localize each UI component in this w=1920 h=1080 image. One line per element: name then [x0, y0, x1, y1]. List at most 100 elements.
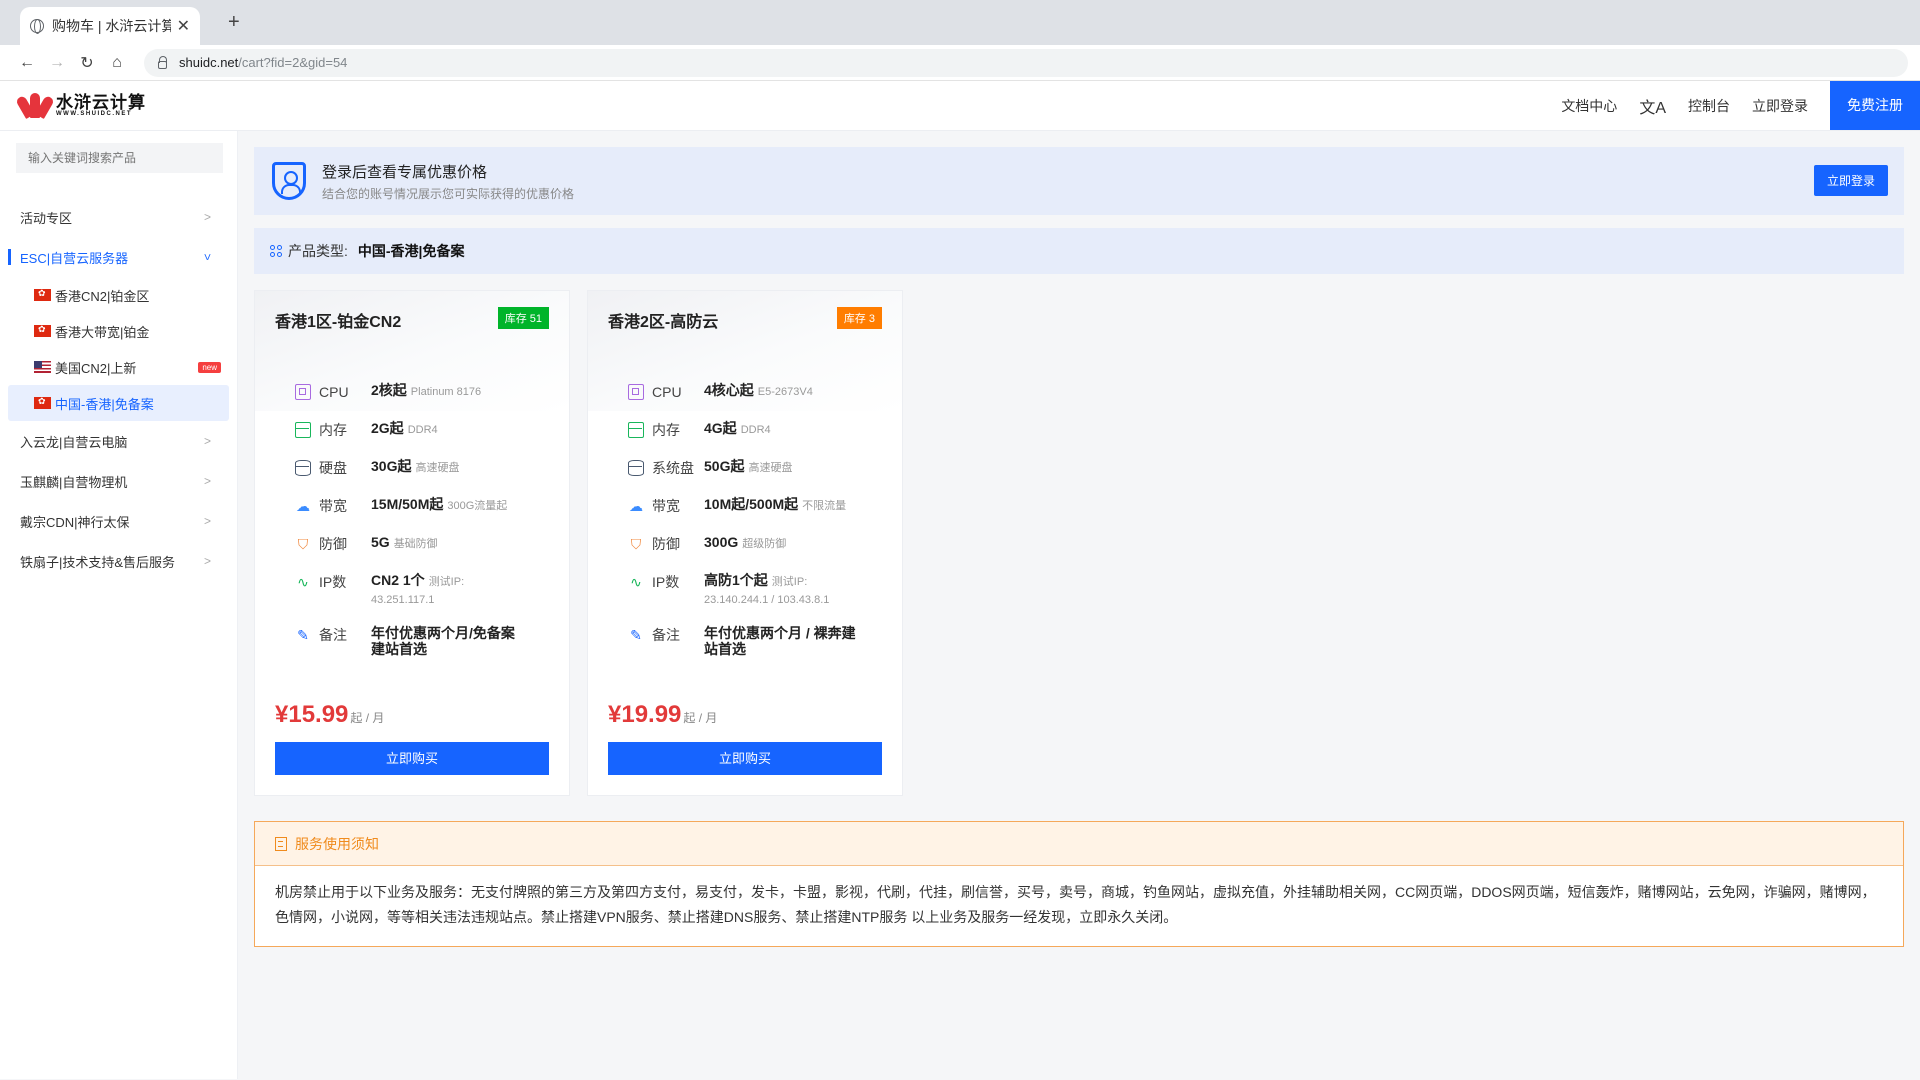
price-amount: ¥19.99 [608, 701, 682, 728]
spec-key: 系统盘 [652, 460, 694, 476]
nav-login[interactable]: 立即登录 [1752, 96, 1808, 116]
nav-console[interactable]: 控制台 [1688, 96, 1730, 116]
login-notice-subtitle: 结合您的账号情况展示您可实际获得的优惠价格 [322, 186, 575, 201]
edit-icon: ✎ [297, 627, 309, 643]
language-icon[interactable]: 文A [1639, 94, 1666, 118]
service-notice: 服务使用须知 机房禁止用于以下业务及服务：无支付牌照的第三方及第四方支付，易支付… [254, 821, 1904, 947]
top-nav: 文档中心 文A 控制台 立即登录 免费注册 [1561, 81, 1920, 130]
chevron-down-icon: > [200, 253, 215, 261]
spec-value: 高防1个起 [704, 572, 768, 588]
spec-memory: 内存 4G起 DDR4 [628, 420, 882, 441]
nav-docs[interactable]: 文档中心 [1561, 96, 1617, 116]
sidebar-item-cdn[interactable]: 戴宗CDN|神行太保 > [0, 501, 237, 541]
spec-disk: 硬盘 30G起 高速硬盘 [295, 458, 549, 479]
sidebar-subitem-label: 香港大带宽|铂金 [55, 324, 150, 340]
register-button[interactable]: 免费注册 [1830, 81, 1920, 130]
sidebar-item-promotions[interactable]: 活动专区 > [0, 197, 237, 237]
product-type-value: 中国-香港|免备案 [357, 243, 465, 259]
memory-icon [628, 422, 644, 438]
spec-value: 2核起 [371, 382, 407, 398]
reload-icon[interactable]: ↻ [72, 53, 102, 73]
logo-text: 水浒云计算 [56, 93, 146, 112]
spec-sub: 300G流量起 [447, 500, 508, 512]
forward-icon[interactable]: → [42, 54, 72, 72]
spec-list: CPU 4核心起 E5-2673V4 内存 4G起 DDR4 系统盘 50G起 高速硬… [608, 382, 882, 657]
sidebar: 活动专区 > ESC|自营云服务器 > 香港CN2|铂金区 香港大带宽|铂金 美… [0, 131, 238, 1079]
sidebar-item-physical[interactable]: 玉麒麟|自营物理机 > [0, 461, 237, 501]
back-icon[interactable]: ← [12, 54, 42, 72]
spec-note: ✎ 备注 年付优惠两个月/免备案建站首选 [295, 625, 549, 657]
sidebar-subitem-hk-cn2[interactable]: 香港CN2|铂金区 [8, 277, 229, 313]
sidebar-item-label: 活动专区 [20, 210, 73, 226]
product-type-bar: 产品类型: 中国-香港|免备案 [254, 228, 1904, 274]
sidebar-item-label: ESC|自营云服务器 [20, 250, 129, 266]
logo-mark-icon [15, 92, 55, 120]
price-unit: 起 / 月 [350, 711, 385, 725]
logo[interactable]: 水浒云计算 WWW.SHUIDC.NET [15, 92, 146, 120]
spec-value: 4核心起 [704, 382, 754, 398]
price: ¥15.99 起 / 月 [275, 701, 384, 729]
spec-value: 5G [371, 534, 390, 550]
home-icon[interactable]: ⌂ [102, 54, 132, 72]
address-bar: ← → ↻ ⌂ shuidc.net/cart?fid=2&gid=54 [0, 45, 1920, 81]
sidebar-subitem-us-cn2[interactable]: 美国CN2|上新 new [8, 349, 229, 385]
product-card: 香港1区-铂金CN2 库存 51 CPU 2核起 Platinum 8176 内存… [254, 290, 570, 796]
disk-icon [295, 460, 311, 476]
spec-bandwidth: ☁ 带宽 15M/50M起 300G流量起 [295, 496, 549, 517]
product-type-label: 产品类型: [288, 243, 348, 259]
spec-key: 备注 [319, 627, 347, 643]
sidebar-subitem-hk-bandwidth[interactable]: 香港大带宽|铂金 [8, 313, 229, 349]
product-cards: 香港1区-铂金CN2 库存 51 CPU 2核起 Platinum 8176 内存… [254, 290, 1904, 796]
spec-sub-ip: 23.140.244.1 / 103.43.8.1 [704, 594, 830, 606]
new-badge: new [198, 361, 221, 373]
stock-badge: 库存 51 [497, 307, 549, 329]
memory-icon [295, 422, 311, 438]
sidebar-subitem-label: 美国CN2|上新 [55, 360, 137, 376]
spec-value: 4G起 [704, 420, 737, 436]
spec-sub: 高速硬盘 [748, 462, 793, 474]
us-flag-icon [34, 361, 51, 373]
sidebar-item-esc[interactable]: ESC|自营云服务器 > [0, 237, 237, 277]
spec-value: 年付优惠两个月/免备案建站首选 [371, 625, 515, 657]
disk-icon [628, 460, 644, 476]
sidebar-item-support[interactable]: 铁扇子|技术支持&售后服务 > [0, 541, 237, 581]
buy-now-button[interactable]: 立即购买 [608, 742, 882, 775]
spec-list: CPU 2核起 Platinum 8176 内存 2G起 DDR4 硬盘 30G起高… [275, 382, 549, 657]
globe-icon [30, 19, 44, 34]
browser-tab[interactable]: 购物车 | 水浒云计算 ✕ [20, 7, 200, 45]
spec-key: 内存 [652, 422, 680, 438]
price-unit: 起 / 月 [683, 711, 718, 725]
sidebar-item-label: 玉麒麟|自营物理机 [20, 474, 128, 490]
spec-value: CN2 1个 [371, 572, 425, 588]
spec-disk: 系统盘 50G起 高速硬盘 [628, 458, 882, 479]
spec-key: CPU [319, 384, 349, 400]
lock-icon [158, 55, 167, 69]
category-icon [270, 245, 282, 257]
sidebar-item-label: 入云龙|自营云电脑 [20, 434, 128, 450]
document-icon [275, 836, 287, 851]
spec-cpu: CPU 2核起 Platinum 8176 [295, 382, 549, 403]
url-field[interactable]: shuidc.net/cart?fid=2&gid=54 [144, 48, 1908, 77]
spec-value: 300G [704, 534, 739, 550]
product-search-input[interactable] [16, 143, 223, 173]
hk-flag-icon [34, 288, 51, 301]
close-tab-icon[interactable]: ✕ [177, 16, 190, 36]
product-card: 香港2区-高防云 库存 3 CPU 4核心起 E5-2673V4 内存 4G起 DD… [587, 290, 903, 796]
spec-value: 10M起/500M起 [704, 496, 799, 512]
tab-title: 购物车 | 水浒云计算 [52, 18, 171, 34]
spec-key: CPU [652, 384, 682, 400]
spec-sub: E5-2673V4 [757, 386, 813, 398]
sidebar-subitem-china-hk[interactable]: 中国-香港|免备案 [8, 385, 229, 421]
activity-icon: ∿ [630, 574, 642, 590]
url-path: /cart?fid=2&gid=54 [238, 55, 348, 70]
new-tab-icon[interactable]: + [228, 11, 240, 34]
service-notice-title: 服务使用须知 [295, 835, 379, 852]
login-button[interactable]: 立即登录 [1813, 165, 1888, 196]
spec-sub: 高速硬盘 [415, 462, 460, 474]
chevron-right-icon: > [203, 474, 211, 488]
buy-now-button[interactable]: 立即购买 [275, 742, 549, 775]
sidebar-item-cloud-pc[interactable]: 入云龙|自营云电脑 > [0, 421, 237, 461]
spec-value: 15M/50M起 [371, 496, 444, 512]
chevron-right-icon: > [203, 434, 211, 448]
spec-bandwidth: ☁ 带宽 10M起/500M起 不限流量 [628, 496, 882, 517]
